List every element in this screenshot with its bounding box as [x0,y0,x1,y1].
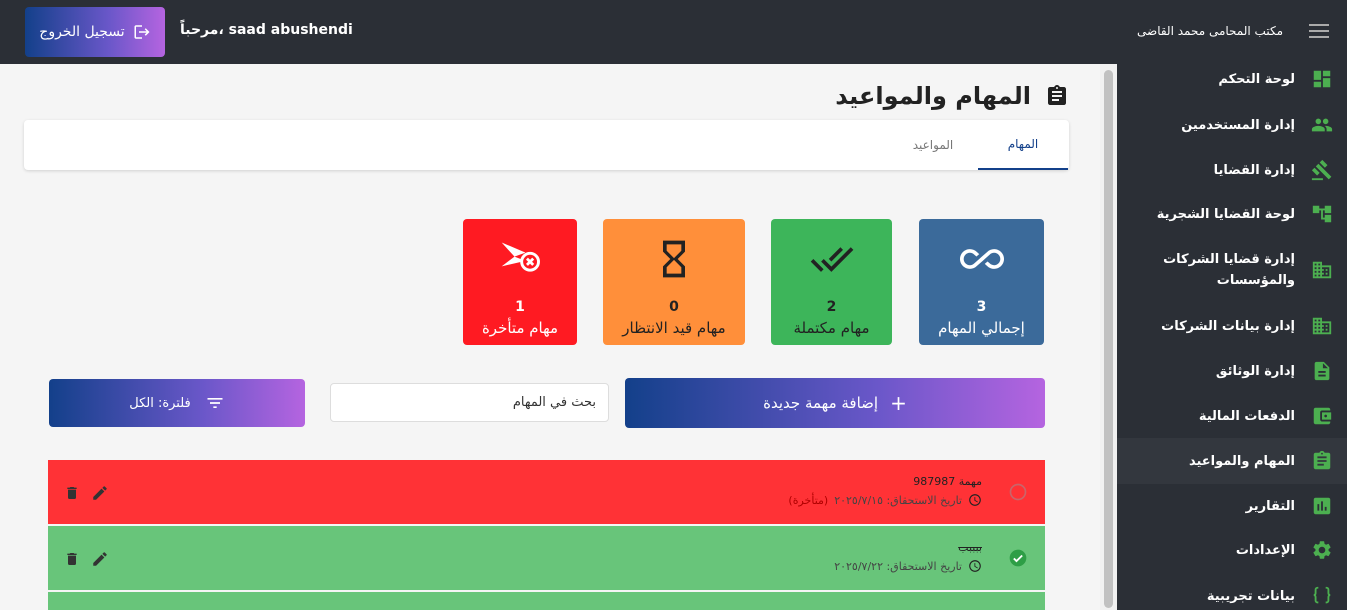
task-due-text: تاريخ الاستحقاق: ٢٠٢٥/٧/١٥ [834,493,962,507]
filter-icon [207,398,223,408]
search-input[interactable] [330,383,609,422]
tree-icon [1312,205,1332,223]
sidebar-item-users[interactable]: إدارة المستخدمين [1117,104,1347,146]
logout-button[interactable]: تسجيل الخروج [25,7,165,57]
edit-icon[interactable] [91,484,109,502]
sidebar-item-label: المهام والمواعيد [1188,453,1295,469]
check-circle-icon[interactable] [1008,548,1028,568]
gear-icon [1313,541,1331,559]
overdue-tag: (متأخرة) [788,493,829,507]
sidebar-item-label: لوحة القضايا الشجرية [1156,206,1295,222]
stat-overdue-label: مهام متأخرة [481,319,559,337]
document-icon [1314,361,1330,381]
sidebar-item-label: الدفعات المالية [1198,408,1295,424]
sidebar-scrollbar[interactable] [1100,64,1117,610]
sidebar-item-documents[interactable]: إدارة الوثائق [1117,349,1347,393]
sidebar-item-company-cases[interactable]: إدارة قضايا الشركات والمؤسسات [1117,244,1347,296]
tab-tasks[interactable]: المهام [978,120,1068,170]
sidebar-item-label: التقارير [1245,498,1295,514]
overdue-icon [501,242,540,272]
task-title: مهمة 987987 [913,475,982,488]
clipboard-icon [1048,85,1066,105]
stat-overdue-value: 1 [515,299,525,315]
tab-appointments[interactable]: المواعيد [888,120,978,170]
add-task-button[interactable]: إضافة مهمة جديدة + [625,378,1045,428]
dashboard-icon [1313,70,1331,88]
stat-pending-label: مهام قيد الانتظار [622,319,726,337]
stat-pending-value: 0 [669,299,679,315]
sidebar-item-sample-data[interactable]: بيانات تجريبية [1117,574,1347,610]
tabs-bar: المهام المواعيد [24,120,1069,170]
delete-icon[interactable] [64,484,80,502]
logout-icon [134,25,150,39]
page-header: المهام والمواعيد [835,82,1069,110]
stat-card-total: 3 إجمالي المهام [919,219,1044,345]
sidebar-item-label: الإعدادات [1235,542,1295,558]
users-icon [1311,118,1333,132]
sidebar-item-payments[interactable]: الدفعات المالية [1117,394,1347,438]
stat-card-overdue: 1 مهام متأخرة [463,219,577,345]
stat-card-completed: 2 مهام مكتملة [771,219,892,345]
stat-completed-label: مهام مكتملة [793,319,870,337]
brand-title: مكتب المحامى محمد القاضى [1137,24,1283,38]
sidebar-item-cases[interactable]: إدارة القضايا [1117,148,1347,192]
top-app-bar: تسجيل الخروج مرحباً، saad abushendi مكتب… [0,0,1347,64]
clock-icon [969,494,981,506]
wallet-icon [1313,407,1332,425]
sidebar-item-label: لوحة التحكم [1218,71,1295,87]
task-due-text: تاريخ الاستحقاق: ٢٠٢٥/٧/٢٢ [834,559,962,573]
table-row[interactable]: ببببب تاريخ الاستحقاق: ٢٠٢٥/٧/٢٢ [48,526,1045,590]
stat-total-value: 3 [976,299,987,315]
task-title: ببببب [958,541,982,554]
scrollbar-thumb[interactable] [1104,70,1113,608]
filter-button[interactable]: فلترة: الكل [49,379,305,427]
stat-total-label: إجمالي المهام [938,319,1025,337]
table-row[interactable] [48,592,1045,610]
sidebar: لوحة التحكم إدارة المستخدمين إدارة القضا… [1100,64,1347,610]
report-icon [1313,497,1331,515]
task-due: تاريخ الاستحقاق: ٢٠٢٥/٧/١٥ (متأخرة) [788,493,982,507]
braces-icon [1313,586,1331,604]
add-task-label: إضافة مهمة جديدة [763,394,879,412]
sidebar-item-dashboard[interactable]: لوحة التحكم [1117,64,1347,94]
logout-label: تسجيل الخروج [39,24,125,40]
stat-completed-value: 2 [826,299,837,315]
edit-icon[interactable] [91,550,109,568]
sidebar-item-label: إدارة بيانات الشركات [1161,318,1295,334]
sidebar-item-reports[interactable]: التقارير [1117,484,1347,528]
clipboard-icon [1313,450,1331,470]
infinity-icon [959,249,1004,269]
hourglass-icon [663,240,685,278]
hamburger-menu-icon[interactable] [1309,24,1329,40]
clock-icon [969,560,981,572]
sidebar-item-case-tree[interactable]: لوحة القضايا الشجرية [1117,192,1347,236]
sidebar-item-settings[interactable]: الإعدادات [1117,528,1347,572]
sidebar-item-label: إدارة المستخدمين [1181,117,1295,133]
sidebar-item-label: إدارة الوثائق [1215,363,1295,379]
page-title: المهام والمواعيد [835,82,1031,110]
welcome-text: مرحباً، saad abushendi [180,22,353,38]
filter-label: فلترة: الكل [129,395,191,411]
sidebar-item-label: إدارة قضايا الشركات والمؤسسات [1163,252,1295,288]
double-check-icon [810,247,853,272]
table-row[interactable]: مهمة 987987 تاريخ الاستحقاق: ٢٠٢٥/٧/١٥ (… [48,460,1045,524]
sidebar-item-label: بيانات تجريبية [1206,588,1295,604]
stat-card-pending: 0 مهام قيد الانتظار [603,219,745,345]
building-icon [1312,261,1332,279]
task-due: تاريخ الاستحقاق: ٢٠٢٥/٧/٢٢ [834,559,982,573]
gavel-icon [1311,159,1332,181]
plus-icon: + [890,391,907,415]
building-icon [1312,317,1332,335]
delete-icon[interactable] [64,550,80,568]
sidebar-item-tasks[interactable]: المهام والمواعيد [1117,438,1347,484]
sidebar-item-label: إدارة القضايا [1213,162,1295,178]
status-circle-icon[interactable] [1008,482,1028,502]
sidebar-item-company-data[interactable]: إدارة بيانات الشركات [1117,304,1347,348]
